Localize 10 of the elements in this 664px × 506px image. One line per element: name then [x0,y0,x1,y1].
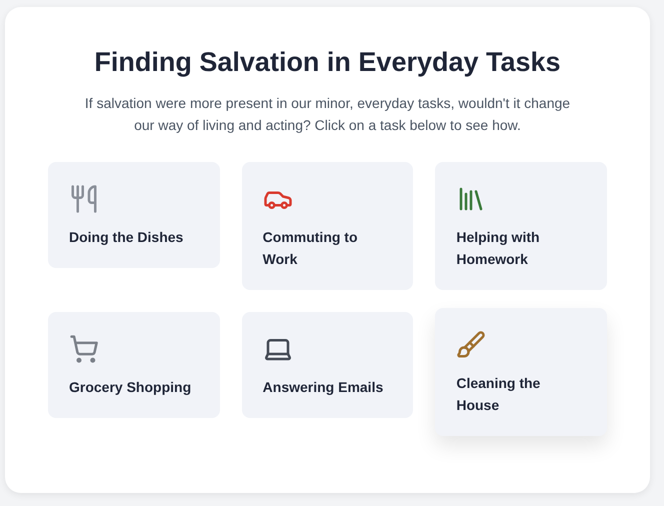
task-card[interactable]: Grocery Shopping [48,312,220,418]
cart-icon [69,334,99,364]
utensils-icon [69,184,99,214]
intro-text: If salvation were more present in our minor, everyday tasks, wouldn't it change our way of living and acting? Click on a task below to see how. [84,94,572,135]
page-title: Finding Salvation in Everyday Tasks [93,47,562,78]
task-card[interactable]: Commuting to Work [242,162,414,290]
task-card[interactable]: Cleaning the House [435,308,607,436]
task-card[interactable]: Answering Emails [242,312,414,418]
task-card[interactable]: Doing the Dishes [48,162,220,268]
task-card[interactable]: Helping with Homework [435,162,607,290]
